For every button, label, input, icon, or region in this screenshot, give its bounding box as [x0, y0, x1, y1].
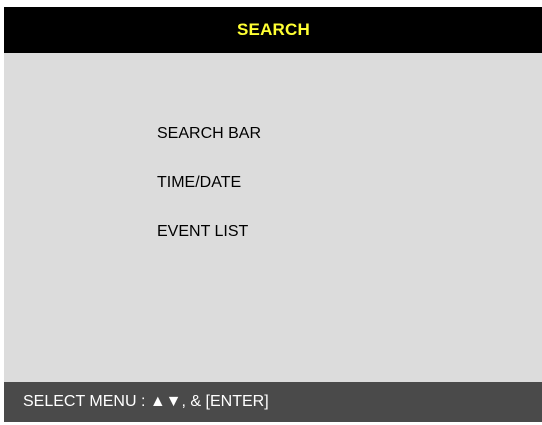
- window-title: SEARCH: [237, 20, 310, 39]
- menu-item-event-list[interactable]: EVENT LIST: [157, 218, 407, 246]
- menu-item-search-bar[interactable]: SEARCH BAR: [157, 120, 407, 148]
- instruction-bar: SELECT MENU : ▲▼, & [ENTER]: [4, 382, 542, 422]
- search-menu-list: SEARCH BAR TIME/DATE EVENT LIST: [157, 120, 407, 267]
- menu-item-time-date[interactable]: TIME/DATE: [157, 169, 407, 197]
- navigation-hint: SELECT MENU : ▲▼, & [ENTER]: [23, 393, 269, 410]
- search-menu-window: SEARCH SEARCH BAR TIME/DATE EVENT LIST S…: [4, 7, 542, 422]
- title-bar: SEARCH: [4, 7, 542, 53]
